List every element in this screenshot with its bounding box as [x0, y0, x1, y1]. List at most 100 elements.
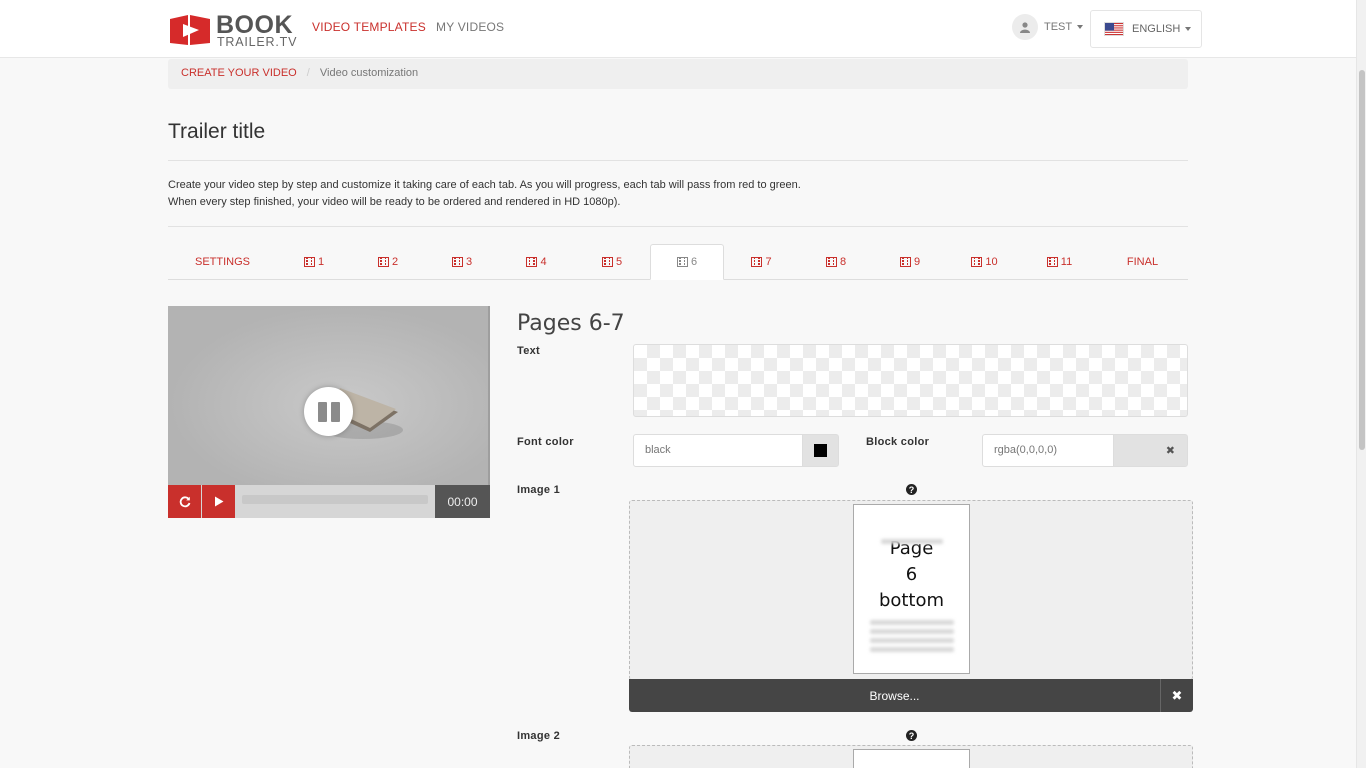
- video-progress-bar[interactable]: [242, 495, 428, 504]
- text-label: Text: [517, 345, 541, 357]
- user-name: TEST: [1044, 21, 1073, 33]
- tab-label: SETTINGS: [194, 256, 250, 268]
- browse-button[interactable]: Browse...: [629, 679, 1160, 712]
- logo-text-sub: TRAILER.TV: [217, 35, 298, 49]
- tab-10[interactable]: 10: [947, 244, 1022, 280]
- tab-8[interactable]: 8: [799, 244, 873, 280]
- breadcrumb-current: Video customization: [319, 67, 419, 79]
- tab-final[interactable]: FINAL: [1097, 244, 1188, 280]
- breadcrumb-separator: /: [306, 67, 310, 79]
- tab-label: 7: [765, 256, 772, 268]
- block-color-clear-button[interactable]: ✖: [1113, 434, 1188, 467]
- font-color-picker[interactable]: [802, 434, 839, 467]
- image2-thumbnail: [853, 749, 970, 768]
- pause-bar-icon: [330, 401, 340, 422]
- tab-label: 10: [985, 256, 998, 268]
- film-icon: [451, 257, 463, 267]
- blurred-text: [869, 629, 954, 634]
- film-icon: [676, 257, 688, 267]
- film-icon: [751, 257, 763, 267]
- divider: [168, 160, 1188, 161]
- user-icon: [1020, 21, 1030, 33]
- user-menu[interactable]: TEST: [1012, 14, 1084, 40]
- play-icon: [214, 496, 223, 507]
- section-title: Pages 6-7: [517, 311, 625, 336]
- image1-file-bar: Browse... ✖: [629, 679, 1193, 712]
- player-controls: 00:00: [168, 485, 490, 518]
- close-icon: ✖: [1165, 445, 1175, 457]
- tab-label: 2: [391, 256, 399, 268]
- color-swatch: [814, 444, 827, 457]
- film-icon: [899, 257, 911, 267]
- tab-4[interactable]: 4: [499, 244, 574, 280]
- play-button[interactable]: [202, 485, 235, 518]
- tab-3[interactable]: 3: [425, 244, 499, 280]
- intro-line-2: When every step finished, your video wil…: [168, 196, 621, 208]
- help-icon[interactable]: ?: [906, 730, 917, 741]
- close-icon: ✖: [1171, 687, 1183, 703]
- replay-button[interactable]: [168, 485, 201, 518]
- tab-label: 9: [913, 256, 921, 268]
- nav-my-videos[interactable]: MY VIDEOS: [436, 20, 504, 34]
- tab-label: 8: [839, 256, 847, 268]
- tab-11[interactable]: 11: [1022, 244, 1097, 280]
- film-icon: [971, 257, 983, 267]
- play-book-logo-icon: [170, 15, 210, 45]
- nav-video-templates[interactable]: VIDEO TEMPLATES: [312, 20, 426, 34]
- top-navbar: BOOK TRAILER.TV VIDEO TEMPLATES MY VIDEO…: [0, 0, 1356, 58]
- font-color-label: Font color: [517, 436, 574, 448]
- tab-label: 6: [690, 256, 698, 268]
- blurred-text: [880, 539, 943, 544]
- text-input-area[interactable]: [633, 344, 1188, 417]
- block-color-input[interactable]: rgba(0,0,0,0): [982, 434, 1114, 467]
- image1-remove-button[interactable]: ✖: [1160, 679, 1193, 712]
- chevron-down-icon: [1077, 25, 1084, 29]
- chevron-down-icon: [1185, 27, 1192, 31]
- thumbnail-text: Page 6 bottom: [879, 536, 944, 614]
- breadcrumb: CREATE YOUR VIDEO / Video customization: [168, 59, 1188, 89]
- tab-label: 11: [1060, 256, 1073, 268]
- booktrailer-logo[interactable]: BOOK TRAILER.TV: [168, 11, 296, 49]
- page-title: Trailer title: [168, 120, 266, 143]
- tab-6[interactable]: 6: [650, 244, 724, 280]
- image2-label: Image 2: [517, 730, 561, 742]
- tab-9[interactable]: 9: [873, 244, 947, 280]
- scrollbar-thumb[interactable]: [1359, 70, 1365, 450]
- film-icon: [1046, 257, 1058, 267]
- tab-label: FINAL: [1126, 256, 1159, 268]
- step-tabs: SETTINGS 1 2 3 4 5 6 7 8 9 10 11 FINAL: [168, 244, 1188, 280]
- tab-7[interactable]: 7: [724, 244, 799, 280]
- tab-label: 5: [615, 256, 623, 268]
- refresh-icon: [179, 495, 190, 507]
- breadcrumb-create-video[interactable]: CREATE YOUR VIDEO: [181, 67, 297, 79]
- language-selector[interactable]: ENGLISH: [1090, 10, 1202, 48]
- thumbnail-line: bottom: [878, 590, 945, 611]
- page-scrollbar[interactable]: [1356, 0, 1366, 768]
- help-icon[interactable]: ?: [906, 484, 917, 495]
- user-avatar: [1012, 14, 1038, 40]
- tab-2[interactable]: 2: [351, 244, 425, 280]
- blurred-text: [869, 620, 954, 625]
- intro-line-1: Create your video step by step and custo…: [168, 179, 801, 191]
- us-flag-icon: [1104, 22, 1124, 36]
- intro-text: Create your video step by step and custo…: [168, 177, 801, 211]
- language-label: ENGLISH: [1132, 23, 1181, 35]
- video-screen[interactable]: [168, 306, 490, 485]
- blurred-text: [869, 647, 954, 652]
- tab-label: 1: [317, 256, 325, 268]
- image1-thumbnail: Page 6 bottom: [853, 504, 970, 674]
- block-color-label: Block color: [866, 436, 930, 448]
- tab-label: 3: [465, 256, 473, 268]
- film-icon: [526, 257, 538, 267]
- pause-bar-icon: [317, 401, 327, 422]
- tab-settings[interactable]: SETTINGS: [168, 244, 277, 280]
- tab-1[interactable]: 1: [277, 244, 351, 280]
- font-color-input[interactable]: black: [633, 434, 803, 467]
- film-icon: [825, 257, 837, 267]
- tab-5[interactable]: 5: [574, 244, 650, 280]
- film-icon: [377, 257, 389, 267]
- blurred-text: [869, 638, 954, 643]
- time-display: 00:00: [435, 485, 490, 518]
- pause-button[interactable]: [304, 387, 353, 436]
- divider: [168, 226, 1188, 227]
